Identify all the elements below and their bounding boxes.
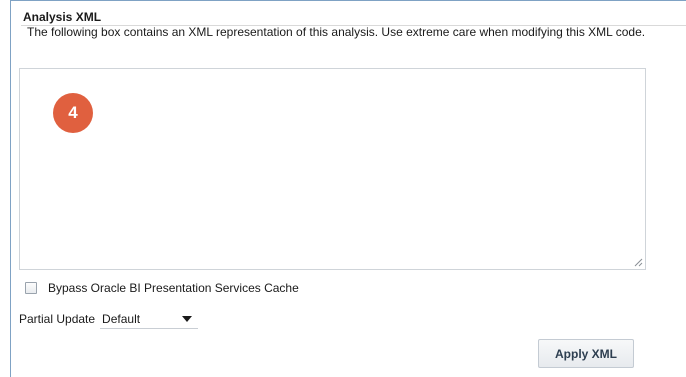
step-number-badge: 4 [53, 93, 93, 133]
apply-xml-button[interactable]: Apply XML [538, 339, 634, 368]
bypass-cache-checkbox[interactable] [25, 282, 37, 294]
page: Analysis XML The following box contains … [0, 0, 686, 377]
bypass-cache-label: Bypass Oracle BI Presentation Services C… [48, 281, 299, 295]
analysis-xml-panel: Analysis XML The following box contains … [10, 0, 686, 377]
section-title: Analysis XML [23, 10, 102, 24]
bypass-cache-option[interactable]: Bypass Oracle BI Presentation Services C… [25, 281, 299, 295]
xml-editor-textarea[interactable] [19, 68, 646, 270]
partial-update-row: Partial Update Default [19, 310, 199, 329]
resize-grip-icon[interactable] [634, 258, 643, 267]
partial-update-select[interactable]: Default [100, 310, 199, 329]
partial-update-label: Partial Update [19, 312, 96, 326]
section-description: The following box contains an XML repres… [27, 25, 646, 39]
dropdown-arrow-icon [182, 315, 193, 322]
partial-update-value: Default [102, 311, 141, 326]
